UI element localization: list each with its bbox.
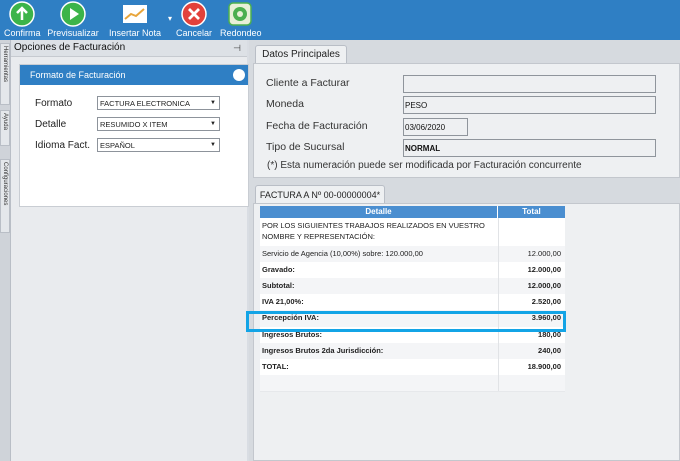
cell-total: 12.000,00 bbox=[527, 249, 561, 258]
chevron-down-icon: ▼ bbox=[210, 121, 216, 127]
language-select[interactable]: ESPAÑOL ▼ bbox=[97, 138, 220, 152]
table-row[interactable]: Subtotal: 12.000,00 bbox=[260, 278, 565, 295]
cell-total: 2.520,00 bbox=[531, 297, 561, 306]
note-icon bbox=[123, 5, 147, 23]
table-row[interactable]: POR LOS SIGUIENTES TRABAJOS REALIZADOS E… bbox=[260, 218, 565, 247]
main-area: Datos Principales Cliente a Facturar Mon… bbox=[249, 40, 680, 461]
format-value: FACTURA ELECTRONICA bbox=[100, 99, 191, 108]
play-icon bbox=[60, 1, 86, 27]
cell-total: 12.000,00 bbox=[527, 265, 561, 274]
side-tab-tools-label: Herramientas bbox=[2, 46, 8, 83]
insert-note-label: Insertar Nota bbox=[108, 28, 162, 38]
tab-factura[interactable]: FACTURA A Nº 00-00000004* bbox=[255, 185, 385, 204]
highlight-box bbox=[246, 311, 566, 332]
tab-datos-principales[interactable]: Datos Principales bbox=[255, 45, 347, 64]
table-row[interactable]: Gravado: 12.000,00 bbox=[260, 262, 565, 279]
pin-icon[interactable]: ⊣ bbox=[233, 40, 241, 56]
cancel-label: Cancelar bbox=[176, 28, 213, 38]
factura-panel: Detalle Total POR LOS SIGUIENTES TRABAJO… bbox=[253, 203, 680, 461]
table-row[interactable]: Ingresos Brutos 2da Jurisdicción: 240,00 bbox=[260, 343, 565, 360]
client-label: Cliente a Facturar bbox=[266, 77, 350, 89]
format-label: Formato bbox=[35, 98, 73, 109]
date-field[interactable]: 03/06/2020 bbox=[403, 118, 468, 136]
cell-total: 240,00 bbox=[538, 346, 561, 355]
detail-select[interactable]: RESUMIDO X ITEM ▼ bbox=[97, 117, 220, 131]
cell-detalle: POR LOS SIGUIENTES TRABAJOS REALIZADOS E… bbox=[262, 221, 485, 241]
chevron-down-icon[interactable]: ▾ bbox=[168, 14, 172, 23]
cell-detalle: Ingresos Brutos 2da Jurisdicción: bbox=[262, 346, 384, 355]
round-icon bbox=[228, 2, 252, 26]
language-label: Idioma Fact. bbox=[35, 140, 91, 151]
chevron-down-icon: ▼ bbox=[210, 142, 216, 148]
side-tab-tools[interactable]: Herramientas bbox=[0, 43, 10, 105]
language-value: ESPAÑOL bbox=[100, 141, 135, 150]
table-row[interactable] bbox=[260, 375, 565, 392]
panel-title: Opciones de Facturación bbox=[14, 42, 126, 53]
cell-detalle: Servicio de Agencia (10,00%) sobre: 120.… bbox=[262, 249, 423, 258]
branch-type-field[interactable]: NORMAL bbox=[403, 139, 656, 157]
currency-label: Moneda bbox=[266, 98, 304, 110]
column-divider bbox=[498, 218, 499, 246]
side-tab-config-label: Configuraciones bbox=[2, 162, 8, 206]
cell-detalle: TOTAL: bbox=[262, 362, 289, 371]
client-field[interactable] bbox=[403, 75, 656, 93]
detail-value: RESUMIDO X ITEM bbox=[100, 120, 168, 129]
cancel-icon bbox=[181, 1, 207, 27]
detail-label: Detalle bbox=[35, 119, 67, 130]
collapse-toggle-icon[interactable] bbox=[233, 69, 245, 81]
cell-detalle: IVA 21,00%: bbox=[262, 297, 304, 306]
confirm-label: Confirma bbox=[4, 28, 41, 38]
side-tabs: Herramientas Ayuda Configuraciones bbox=[0, 40, 11, 461]
date-label: Fecha de Facturación bbox=[266, 120, 368, 132]
chevron-down-icon: ▼ bbox=[210, 100, 216, 106]
format-section-header[interactable]: Formato de Facturación bbox=[20, 65, 248, 85]
currency-field[interactable]: PESO bbox=[403, 96, 656, 114]
cell-total: 12.000,00 bbox=[527, 281, 561, 290]
format-select[interactable]: FACTURA ELECTRONICA ▼ bbox=[97, 96, 220, 110]
cell-detalle: Gravado: bbox=[262, 265, 295, 274]
column-header-detalle[interactable]: Detalle bbox=[260, 206, 498, 218]
cancel-button[interactable]: Cancelar bbox=[176, 1, 212, 39]
branch-type-label: Tipo de Sucursal bbox=[266, 141, 345, 153]
table-row[interactable]: Servicio de Agencia (10,00%) sobre: 120.… bbox=[260, 246, 565, 263]
table-row[interactable]: IVA 21,00%: 2.520,00 bbox=[260, 294, 565, 311]
preview-button[interactable]: Previsualizar bbox=[45, 1, 101, 39]
side-tab-help[interactable]: Ayuda bbox=[0, 110, 10, 146]
confirm-icon bbox=[9, 1, 35, 27]
confirm-button[interactable]: Confirma bbox=[4, 1, 41, 39]
billing-options-panel: Opciones de Facturación ⊣ Formato de Fac… bbox=[11, 40, 249, 461]
table-header: Detalle Total bbox=[260, 206, 565, 218]
invoice-table: Detalle Total POR LOS SIGUIENTES TRABAJO… bbox=[260, 206, 565, 392]
round-button[interactable]: Redondeo bbox=[220, 1, 262, 39]
numbering-note: (*) Esta numeración puede ser modificada… bbox=[267, 160, 582, 171]
side-tab-help-label: Ayuda bbox=[2, 113, 8, 130]
round-label: Redondeo bbox=[220, 28, 262, 38]
toolbar: Confirma Previsualizar Insertar Nota ▾ C… bbox=[0, 0, 680, 40]
table-row[interactable]: TOTAL: 18.900,00 bbox=[260, 359, 565, 376]
format-section: Formato de Facturación Formato FACTURA E… bbox=[19, 64, 249, 207]
preview-label: Previsualizar bbox=[47, 28, 99, 38]
column-divider bbox=[498, 375, 499, 391]
cell-detalle: Subtotal: bbox=[262, 281, 295, 290]
panel-header: Opciones de Facturación ⊣ bbox=[11, 40, 247, 57]
insert-note-button[interactable]: Insertar Nota bbox=[106, 1, 164, 39]
format-section-title: Formato de Facturación bbox=[30, 70, 126, 80]
cell-total: 18.900,00 bbox=[527, 362, 561, 371]
side-tab-config[interactable]: Configuraciones bbox=[0, 159, 10, 233]
column-header-total[interactable]: Total bbox=[498, 206, 565, 218]
